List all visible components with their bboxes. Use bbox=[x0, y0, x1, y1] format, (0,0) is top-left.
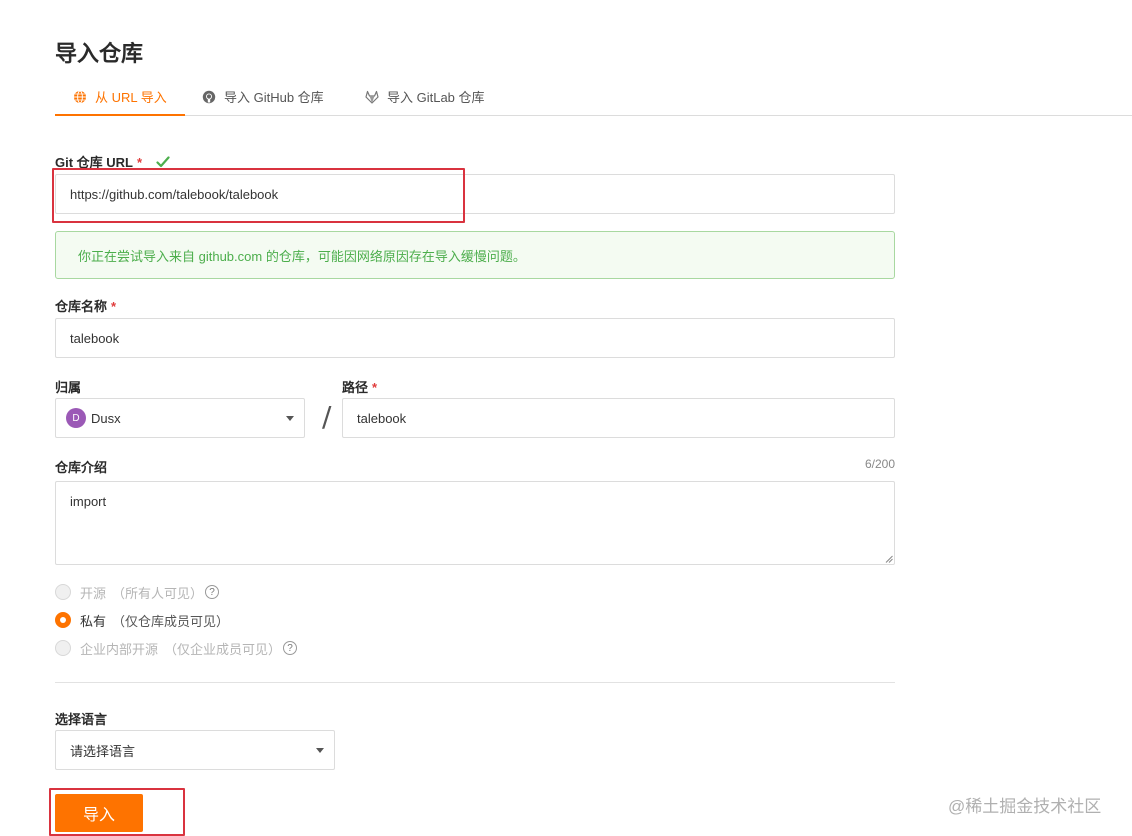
path-label: 路径 * bbox=[342, 377, 377, 396]
resize-handle-icon[interactable] bbox=[885, 555, 893, 563]
alert-text: 你正在尝试导入来自 github.com 的仓库，可能因网络原因存在导入缓慢问题… bbox=[78, 248, 526, 264]
description-label: 仓库介绍 bbox=[55, 460, 108, 475]
radio-button[interactable] bbox=[55, 612, 71, 628]
check-icon bbox=[156, 156, 170, 168]
required-mark: * bbox=[111, 299, 117, 314]
option-hint: （仅仓库成员可见） bbox=[112, 613, 230, 629]
help-icon[interactable]: ? bbox=[205, 585, 220, 599]
chevron-down-icon bbox=[316, 748, 324, 753]
path-input[interactable]: talebook bbox=[342, 398, 895, 438]
help-icon[interactable]: ? bbox=[283, 641, 298, 655]
path-label-text: 路径 bbox=[342, 380, 369, 395]
section-divider bbox=[55, 682, 895, 683]
language-label: 选择语言 bbox=[55, 712, 108, 727]
tab-label: 从 URL 导入 bbox=[95, 90, 167, 105]
avatar: D bbox=[66, 408, 86, 428]
github-icon bbox=[202, 90, 216, 104]
option-label: 私有 bbox=[80, 613, 107, 629]
option-label: 开源 bbox=[80, 585, 107, 601]
network-warning-alert: 你正在尝试导入来自 github.com 的仓库，可能因网络原因存在导入缓慢问题… bbox=[55, 231, 895, 279]
description-textarea[interactable]: import bbox=[55, 481, 895, 565]
button-highlight-box bbox=[49, 788, 185, 836]
globe-icon bbox=[74, 90, 86, 104]
watermark: @稀土掘金技术社区 bbox=[948, 797, 1102, 816]
visibility-option-internal[interactable]: 企业内部开源 （仅企业成员可见） ? bbox=[55, 638, 298, 658]
path-value: talebook bbox=[357, 410, 407, 426]
option-hint: （仅企业成员可见） bbox=[164, 641, 282, 657]
visibility-option-public[interactable]: 开源 （所有人可见） ? bbox=[55, 582, 220, 602]
owner-label: 归属 bbox=[55, 380, 82, 395]
tab-label: 导入 GitLab 仓库 bbox=[387, 90, 485, 105]
option-label: 企业内部开源 bbox=[80, 641, 159, 657]
repo-name-value: talebook bbox=[70, 330, 120, 346]
tab-github-import[interactable]: 导入 GitHub 仓库 bbox=[202, 82, 324, 116]
repo-name-label: 仓库名称 * bbox=[55, 296, 116, 315]
url-highlight-box bbox=[52, 168, 465, 223]
description-value: import bbox=[70, 494, 107, 509]
owner-value: Dusx bbox=[91, 410, 121, 426]
description-counter: 6/200 bbox=[864, 457, 895, 471]
path-separator: / bbox=[322, 400, 332, 433]
owner-select[interactable]: D Dusx bbox=[55, 398, 305, 438]
required-mark: * bbox=[372, 380, 378, 395]
repo-name-label-text: 仓库名称 bbox=[55, 299, 108, 314]
repo-name-input[interactable]: talebook bbox=[55, 318, 895, 358]
language-select[interactable]: 请选择语言 bbox=[55, 730, 335, 770]
tab-gitlab-import[interactable]: 导入 GitLab 仓库 bbox=[365, 82, 485, 116]
import-tabs: 从 URL 导入 导入 GitHub 仓库 导入 GitLab 仓库 bbox=[55, 82, 1132, 116]
radio-button[interactable] bbox=[55, 640, 71, 656]
gitlab-icon bbox=[365, 90, 379, 104]
language-placeholder: 请选择语言 bbox=[70, 743, 136, 759]
page-title: 导入仓库 bbox=[55, 41, 144, 66]
tab-label: 导入 GitHub 仓库 bbox=[224, 90, 324, 105]
tab-url-import[interactable]: 从 URL 导入 bbox=[55, 82, 185, 116]
visibility-option-private[interactable]: 私有 （仅仓库成员可见） bbox=[55, 610, 229, 630]
radio-button[interactable] bbox=[55, 584, 71, 600]
chevron-down-icon bbox=[286, 416, 294, 421]
option-hint: （所有人可见） bbox=[112, 585, 204, 601]
